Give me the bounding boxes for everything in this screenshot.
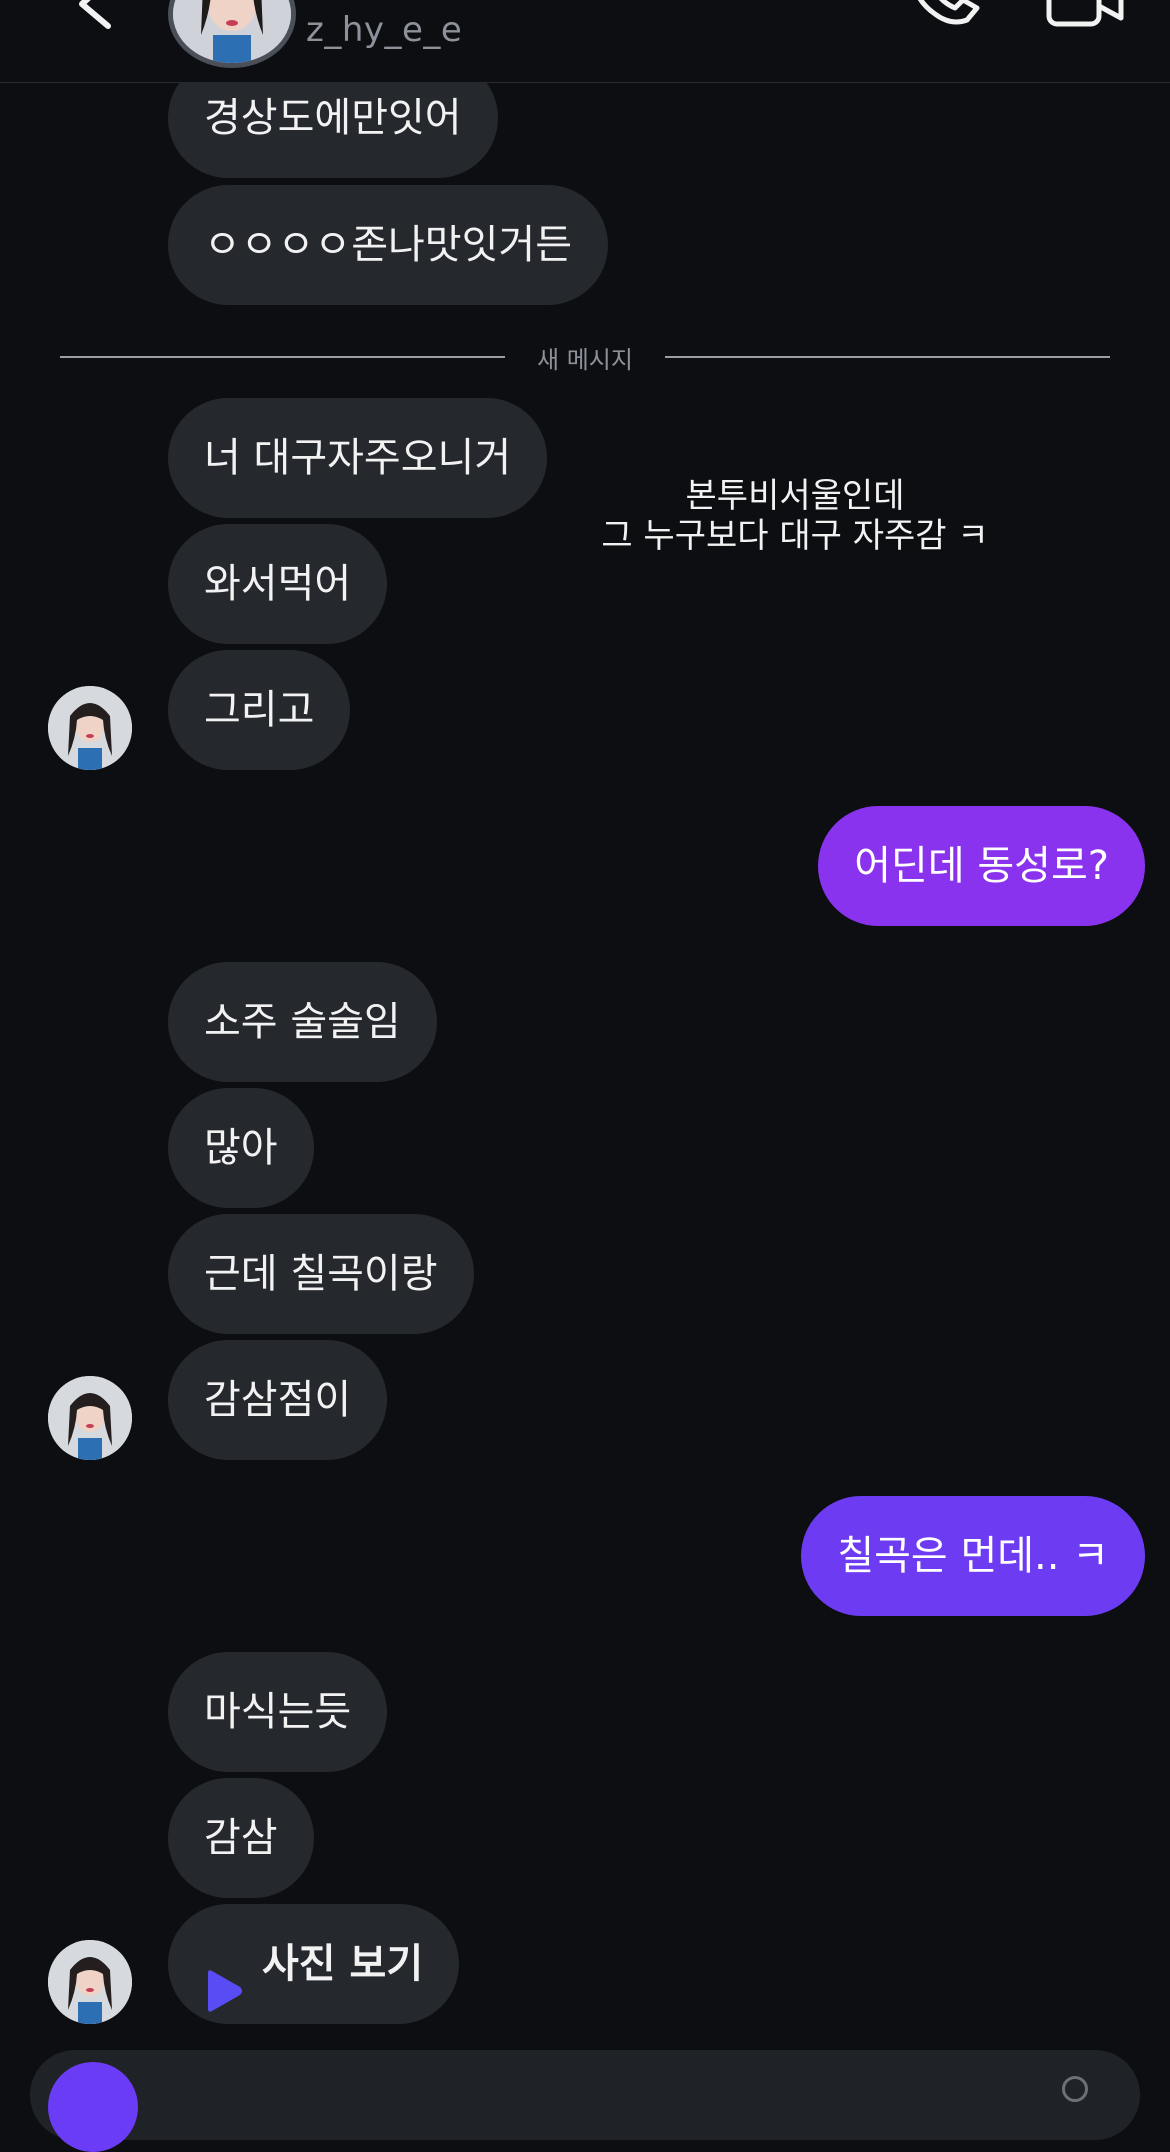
video-camera-icon: [1046, 0, 1124, 27]
view-photo-button[interactable]: 사진 보기: [168, 1904, 460, 2024]
new-messages-divider: 새 메시지: [60, 346, 1110, 374]
divider-line-right: [665, 356, 1110, 358]
incoming-message[interactable]: 근데 칠곡이랑: [168, 1214, 474, 1334]
back-button[interactable]: [60, 0, 130, 50]
incoming-message[interactable]: 그리고: [168, 650, 351, 770]
incoming-message[interactable]: 소주 술술임: [168, 962, 437, 1082]
incoming-message[interactable]: 감삼: [168, 1778, 314, 1898]
profile-photo: [48, 1940, 132, 2024]
chat-username[interactable]: z_hy_e_e: [306, 10, 462, 50]
incoming-message[interactable]: 많아: [168, 1088, 314, 1208]
profile-photo: [48, 686, 132, 770]
view-photo-label: 사진 보기: [262, 1941, 424, 1987]
floating-message-text: 본투비서울인데 그 누구보다 대구 자주감 ㅋ: [500, 476, 1090, 556]
sender-avatar[interactable]: [48, 1376, 132, 1460]
profile-photo: [173, 0, 291, 63]
floating-text-line: 본투비서울인데: [685, 476, 905, 516]
sender-avatar[interactable]: [48, 1940, 132, 2024]
incoming-message[interactable]: ㅇㅇㅇㅇ존나맛잇거든: [168, 185, 608, 305]
outgoing-message[interactable]: 칠곡은 먼데.. ㅋ: [801, 1496, 1145, 1616]
audio-call-button[interactable]: [905, 0, 985, 32]
header-avatar[interactable]: [168, 0, 296, 68]
message-composer[interactable]: [30, 2050, 1140, 2152]
camera-button[interactable]: [48, 2062, 138, 2152]
outgoing-message[interactable]: 어딘데 동성로?: [818, 806, 1145, 926]
play-icon: [204, 1940, 244, 2012]
profile-photo: [48, 1376, 132, 1460]
floating-text-line: 그 누구보다 대구 자주감 ㅋ: [601, 516, 989, 556]
chat-header: z_hy_e_e: [0, 0, 1170, 83]
video-call-button[interactable]: [1045, 0, 1125, 32]
incoming-message[interactable]: 마식는듯: [168, 1652, 388, 1772]
chevron-left-icon: [79, 0, 111, 29]
incoming-message[interactable]: 감삼점이: [168, 1340, 388, 1460]
sender-avatar[interactable]: [48, 686, 132, 770]
incoming-message[interactable]: 너 대구자주오니거: [168, 398, 548, 518]
phone-icon: [917, 0, 980, 25]
incoming-message[interactable]: 와서먹어: [168, 524, 388, 644]
